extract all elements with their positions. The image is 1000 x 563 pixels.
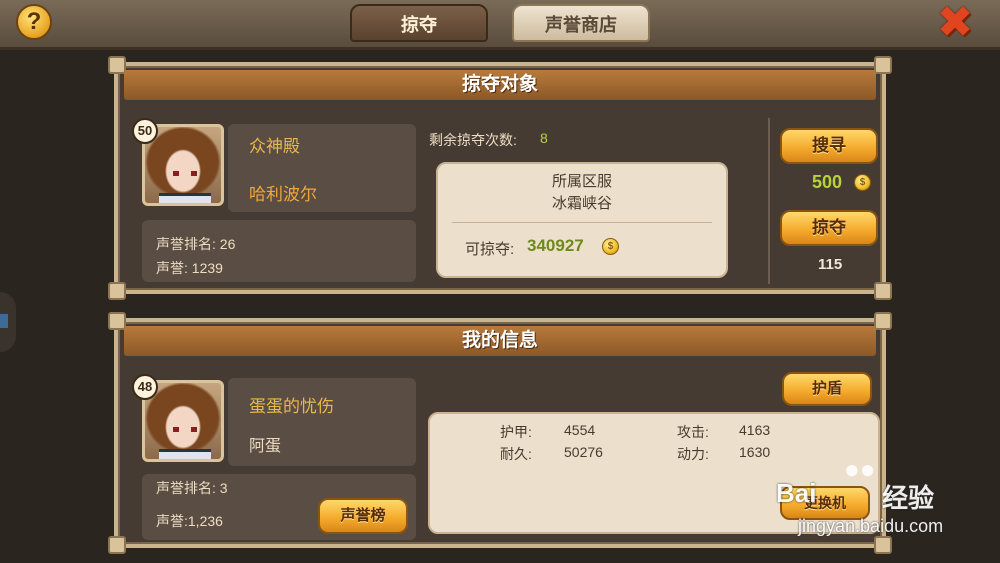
- target-name: 哈利波尔: [249, 185, 317, 204]
- search-cost: 500: [812, 172, 843, 192]
- leaderboard-button[interactable]: 声誉榜: [318, 498, 408, 534]
- question-icon: ?: [26, 8, 42, 35]
- lootable-value: 340927: [527, 236, 584, 255]
- target-guild: 众神殿: [249, 137, 300, 156]
- my-name: 阿蛋: [249, 438, 282, 455]
- watermark-brand: Bai: [776, 478, 817, 508]
- attack-label: 攻击:: [677, 424, 709, 440]
- rob-cost: 115: [818, 256, 843, 273]
- armor-value: 4554: [564, 422, 596, 438]
- remaining-raids-value: 8: [540, 130, 548, 146]
- baidu-jingyan-watermark: ●● Bai 经验 jingyan.baidu.com: [760, 454, 960, 544]
- target-panel-title: 掠夺对象: [124, 70, 876, 100]
- my-guild: 蛋蛋的忧伤: [249, 397, 334, 416]
- remaining-raids-label: 剩余掠夺次数:: [429, 132, 517, 148]
- rob-button[interactable]: 掠夺: [780, 210, 878, 246]
- power-label: 动力:: [677, 446, 709, 462]
- server-name: 冰霜峡谷: [551, 195, 612, 212]
- durability-label: 耐久:: [500, 446, 532, 462]
- shield-button[interactable]: 护盾: [782, 372, 872, 406]
- watermark-url: jingyan.baidu.com: [798, 516, 944, 536]
- durability-value: 50276: [564, 444, 603, 460]
- side-handle[interactable]: [0, 292, 16, 352]
- paw-icon: ●●: [844, 454, 876, 484]
- close-x-icon: ✖: [936, 0, 974, 47]
- search-button[interactable]: 搜寻: [780, 128, 878, 164]
- close-button[interactable]: ✖: [934, 1, 976, 45]
- tab-reputation-shop[interactable]: 声誉商店: [512, 4, 650, 42]
- armor-label: 护甲:: [500, 424, 532, 440]
- top-bar: [0, 0, 1000, 50]
- my-info-panel-title: 我的信息: [124, 326, 876, 356]
- search-cost-coin-icon: $: [854, 174, 871, 191]
- target-reputation: 声誉: 1239: [156, 260, 223, 276]
- target-level-badge: 50: [132, 118, 158, 144]
- my-level-badge: 48: [132, 374, 158, 400]
- attack-value: 4163: [739, 422, 771, 438]
- server-label: 所属区服: [551, 173, 612, 190]
- gold-coin-icon: $: [602, 238, 619, 255]
- target-rank: 声誉排名: 26: [156, 236, 236, 252]
- lootable-label: 可掠夺:: [465, 241, 515, 258]
- my-reputation: 声誉:1,236: [156, 513, 223, 529]
- tab-plunder[interactable]: 掠夺: [350, 4, 488, 42]
- watermark-brand-2: 经验: [882, 483, 935, 513]
- my-rank: 声誉排名: 3: [156, 480, 228, 496]
- help-button[interactable]: ?: [16, 4, 52, 40]
- target-panel: 掠夺对象 50 众神殿 哈利波尔 声誉排名: 26 声誉: 1239 剩余掠夺次…: [108, 56, 892, 300]
